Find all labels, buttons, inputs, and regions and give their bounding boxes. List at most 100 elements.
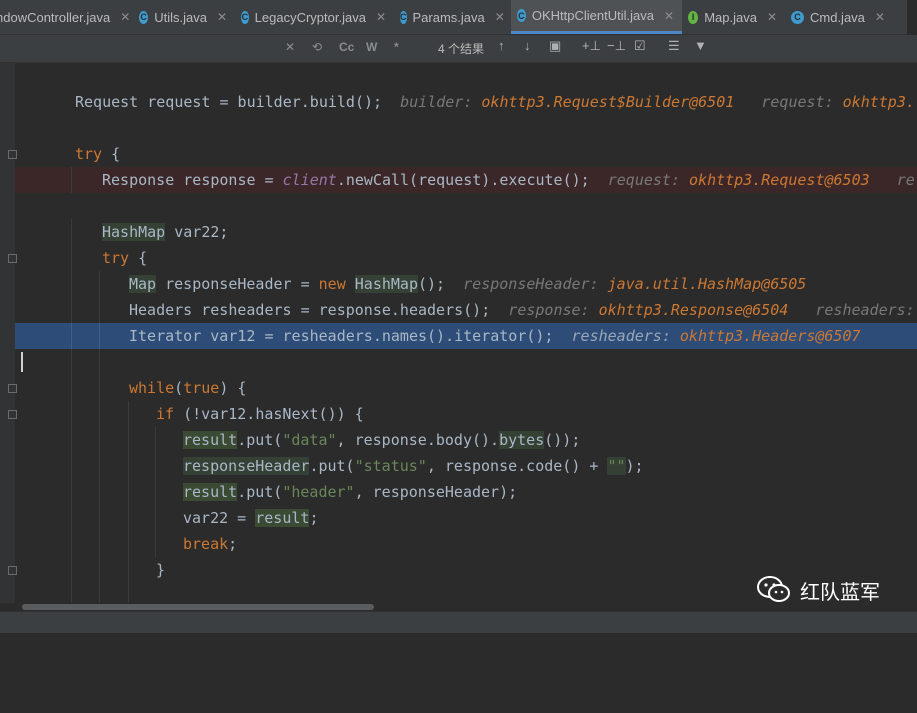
- code-fragment: .put(: [237, 431, 283, 449]
- indent-guide: [128, 583, 129, 603]
- words-toggle[interactable]: W: [366, 40, 377, 54]
- type-reference: Map: [129, 275, 157, 293]
- indent-guide: [99, 427, 100, 453]
- add-occurrence-icon[interactable]: +⊥: [582, 38, 601, 54]
- tab-utils[interactable]: C Utils.java ✕: [133, 0, 235, 34]
- code-fragment: .put(: [237, 483, 283, 501]
- code-fragment: , response.code() +: [426, 457, 608, 475]
- code-text: HashMap var22;: [102, 219, 228, 245]
- variable-reference: result: [183, 483, 238, 501]
- code-text: Request request = builder.build(); build…: [75, 89, 915, 115]
- indent-guide: [155, 479, 156, 505]
- indent-guide: [155, 427, 156, 453]
- debug-hint-value: okhttp3.Request@6503: [689, 171, 870, 189]
- tab-label: Cmd.java: [810, 9, 865, 25]
- breakpoint-line[interactable]: Response response = client.newCall(reque…: [15, 167, 917, 193]
- close-icon[interactable]: ✕: [664, 9, 674, 23]
- close-icon[interactable]: ✕: [495, 10, 505, 24]
- class-icon: C: [791, 10, 804, 24]
- status-bar: [0, 611, 917, 633]
- indent-guide: [99, 271, 100, 297]
- indent-guide: [71, 557, 72, 583]
- debug-hint-value: okhttp3.Response@6504: [598, 301, 789, 319]
- indent-guide: [71, 167, 72, 193]
- code-line[interactable]: result.put("header", responseHeader);: [15, 479, 917, 505]
- code-line[interactable]: while(true) {: [15, 375, 917, 401]
- history-icon[interactable]: ⟲: [312, 40, 322, 54]
- code-line[interactable]: var22 = result;: [15, 505, 917, 531]
- indent-guide: [71, 427, 72, 453]
- previous-occurrence-icon[interactable]: ↑: [498, 38, 505, 53]
- class-icon: C: [400, 10, 407, 24]
- code-line[interactable]: try {: [15, 245, 917, 271]
- code-line[interactable]: try {: [15, 141, 917, 167]
- code-line[interactable]: break;: [15, 531, 917, 557]
- close-icon[interactable]: ✕: [120, 10, 130, 24]
- code-line[interactable]: HashMap var22;: [15, 219, 917, 245]
- indent-guide: [155, 505, 156, 531]
- keyword: true: [183, 379, 220, 397]
- indent-guide: [128, 453, 129, 479]
- code-line[interactable]: Map responseHeader = new HashMap(); resp…: [15, 271, 917, 297]
- statement: Request request = builder.build();: [75, 93, 383, 111]
- next-occurrence-icon[interactable]: ↓: [524, 38, 531, 53]
- debug-hint-name: resheaders:: [571, 327, 671, 345]
- regex-toggle[interactable]: *: [394, 40, 399, 54]
- tab-window-controller[interactable]: ndowController.java ✕: [0, 0, 133, 34]
- code-fragment: {: [129, 249, 148, 267]
- scrollbar-thumb[interactable]: [22, 604, 374, 610]
- code-editor[interactable]: Request request = builder.build(); build…: [0, 63, 917, 603]
- remove-occurrence-icon[interactable]: −⊥: [607, 38, 626, 54]
- code-line[interactable]: result.put("data", response.body().bytes…: [15, 427, 917, 453]
- code-fragment: .newCall(request).execute();: [336, 171, 590, 189]
- tab-cmd[interactable]: C Cmd.java ✕: [785, 0, 895, 34]
- match-case-toggle[interactable]: Cc: [339, 40, 354, 54]
- code-fragment: {: [102, 145, 121, 163]
- filter-options-icon[interactable]: ☰: [668, 38, 680, 54]
- close-icon[interactable]: ✕: [376, 10, 386, 24]
- editor-gutter: [0, 63, 17, 603]
- indent-guide: [71, 505, 72, 531]
- current-execution-line[interactable]: Iterator var12 = resheaders.names().iter…: [15, 323, 917, 349]
- code-text: Response response = client.newCall(reque…: [102, 167, 915, 193]
- keyword: if: [156, 405, 175, 423]
- variable-reference: result: [255, 509, 310, 527]
- indent-guide: [99, 401, 100, 427]
- text-caret: [21, 352, 23, 372]
- search-result-count: 4 个结果: [438, 42, 485, 56]
- code-text: var22 = result;: [183, 505, 318, 531]
- code-line[interactable]: Headers resheaders = response.headers();…: [15, 297, 917, 323]
- indent-guide: [99, 531, 100, 557]
- tab-params[interactable]: C Params.java ✕: [394, 0, 511, 34]
- code-line[interactable]: responseHeader.put("status", response.co…: [15, 453, 917, 479]
- clear-search-icon[interactable]: ✕: [285, 40, 295, 54]
- code-line[interactable]: if (!var12.hasNext()) {: [15, 401, 917, 427]
- code-line[interactable]: Request request = builder.build(); build…: [15, 89, 917, 115]
- find-toolbar: ✕ ⟲ Cc W * 4 个结果 ↑ ↓ ▣ +⊥ −⊥ ☑ ☰ ▼: [0, 35, 917, 63]
- code-line[interactable]: [15, 349, 917, 375]
- debug-hint-value: okhttp3.Request$Builder@6501: [481, 93, 735, 111]
- select-all-occurrences-icon[interactable]: ▣: [549, 38, 561, 54]
- debug-hint-name: request:: [607, 171, 680, 189]
- statement: Iterator var12 = resheaders.names().iter…: [129, 327, 554, 345]
- code-text: Iterator var12 = resheaders.names().iter…: [129, 323, 861, 349]
- code-text: try {: [102, 245, 147, 271]
- filter-icon[interactable]: ▼: [694, 38, 707, 53]
- code-fragment: ) {: [219, 379, 247, 397]
- close-icon[interactable]: ✕: [217, 10, 227, 24]
- code-fragment: , responseHeader);: [354, 483, 518, 501]
- code-text: Headers resheaders = response.headers();…: [129, 297, 915, 323]
- field-reference: client: [282, 171, 337, 189]
- close-icon[interactable]: ✕: [875, 10, 885, 24]
- variable-reference: result: [183, 431, 238, 449]
- tab-okhttp-client-util[interactable]: C OKHttpClientUtil.java ✕: [511, 0, 682, 34]
- select-occurrence-icon[interactable]: ☑: [634, 38, 646, 54]
- code-text: if (!var12.hasNext()) {: [156, 401, 364, 427]
- tab-legacy-cryptor[interactable]: C LegacyCryptor.java ✕: [235, 0, 394, 34]
- tab-map[interactable]: I Map.java ✕: [682, 0, 785, 34]
- indent-guide: [128, 427, 129, 453]
- indent-guide: [99, 323, 100, 349]
- close-icon[interactable]: ✕: [767, 10, 777, 24]
- debug-hint-name: responseHeader:: [463, 275, 599, 293]
- type-reference: HashMap: [354, 275, 418, 293]
